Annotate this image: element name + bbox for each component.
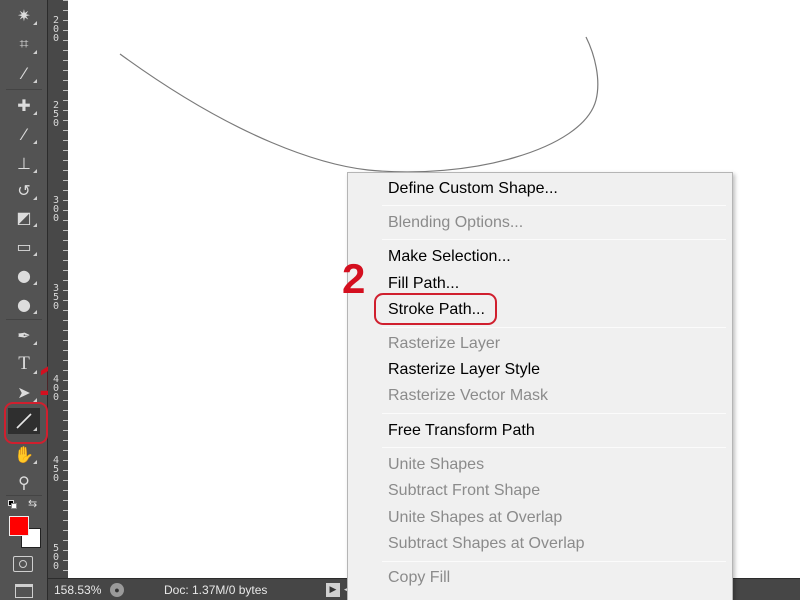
ruler-label: 350 xyxy=(52,283,60,312)
magic-wand-tool[interactable]: ✷ xyxy=(8,2,40,28)
stroke-path-highlight xyxy=(374,293,497,325)
menu-item-define-custom-shape[interactable]: Define Custom Shape... xyxy=(388,177,558,201)
type-tool[interactable]: T xyxy=(8,351,40,377)
ruler-label: 300 xyxy=(52,195,60,224)
line-tool-highlight xyxy=(4,402,48,444)
menu-separator xyxy=(382,413,726,414)
tool-separator xyxy=(6,495,42,496)
spot-healing-tool[interactable]: ✚ xyxy=(8,92,40,118)
menu-item-subtract-shapes-overlap: Subtract Shapes at Overlap xyxy=(388,535,585,552)
pen-icon: ✒ xyxy=(17,325,31,345)
zoom-tool[interactable]: ⚲ xyxy=(8,469,40,495)
blur-icon: ● xyxy=(17,265,31,285)
ruler-label: 250 xyxy=(52,100,60,129)
ruler-label: 450 xyxy=(52,455,60,484)
brush-tool[interactable]: ⁄ xyxy=(8,121,40,147)
spot-healing-icon: ✚ xyxy=(17,95,31,115)
eraser-tool[interactable]: ◩ xyxy=(8,204,40,230)
menu-item-rasterize-layer-style[interactable]: Rasterize Layer Style xyxy=(388,358,540,382)
magic-wand-icon: ✷ xyxy=(17,5,31,25)
screen-mode-icon[interactable] xyxy=(15,584,33,598)
type-icon: T xyxy=(18,353,30,374)
eyedropper-tool[interactable]: ⁄ xyxy=(8,60,40,86)
crop-tool[interactable]: ⌗ xyxy=(8,31,40,57)
document-info: Doc: 1.37M/0 bytes xyxy=(164,582,268,597)
status-menu-arrow-icon[interactable]: ▶ xyxy=(326,582,340,597)
menu-item-blending-options: Blending Options... xyxy=(388,214,524,231)
context-menu: Define Custom Shape... Blending Options.… xyxy=(347,172,733,600)
menu-separator xyxy=(382,561,726,562)
eraser-icon: ◩ xyxy=(16,207,32,227)
eyedropper-icon: ⁄ xyxy=(22,63,26,83)
history-brush-icon: ↺ xyxy=(17,180,31,200)
quick-mask-icon[interactable] xyxy=(13,556,33,572)
dodge-tool[interactable]: ● xyxy=(8,291,40,317)
ruler-label: 500 xyxy=(52,543,60,572)
menu-item-subtract-front-shape: Subtract Front Shape xyxy=(388,482,541,499)
tool-separator xyxy=(6,319,42,320)
menu-separator xyxy=(382,205,726,206)
menu-item-unite-shapes: Unite Shapes xyxy=(388,456,485,473)
zoom-icon: ⚲ xyxy=(18,472,30,492)
menu-separator xyxy=(382,327,726,328)
clone-stamp-tool[interactable]: ⊥ xyxy=(8,150,40,176)
menu-item-copy-fill: Copy Fill xyxy=(388,569,451,586)
default-colors-icon[interactable] xyxy=(8,500,18,510)
gradient-tool[interactable]: ▭ xyxy=(8,233,40,259)
clone-stamp-icon: ⊥ xyxy=(17,153,31,173)
hand-icon: ✋ xyxy=(14,444,34,464)
path-selection-icon: ➤ xyxy=(17,382,31,402)
crop-icon: ⌗ xyxy=(19,34,29,53)
foreground-color-swatch[interactable] xyxy=(9,516,29,536)
pen-tool[interactable]: ✒ xyxy=(8,322,40,348)
menu-separator xyxy=(382,447,726,448)
menu-item-rasterize-vector-mask: Rasterize Vector Mask xyxy=(388,387,549,404)
hand-tool[interactable]: ✋ xyxy=(8,441,40,467)
vertical-ruler: 200 250 300 350 400 450 500 xyxy=(48,0,68,578)
step-2-label: 2 xyxy=(342,255,366,302)
tools-panel: ✷ ⌗ ⁄ ✚ ⁄ ⊥ ↺ ◩ ▭ ● ● ✒ T ➤ ✋ ⚲ ⇆ xyxy=(0,0,48,600)
zoom-level[interactable]: 158.53% xyxy=(54,583,102,597)
share-icon[interactable]: ● xyxy=(110,582,124,597)
ruler-label: 400 xyxy=(52,374,60,403)
ruler-label: 200 xyxy=(52,15,60,44)
menu-item-make-selection[interactable]: Make Selection... xyxy=(388,245,511,269)
blur-tool[interactable]: ● xyxy=(8,262,40,288)
tool-separator xyxy=(6,89,42,90)
menu-item-rasterize-layer: Rasterize Layer xyxy=(388,335,501,352)
menu-separator xyxy=(382,239,726,240)
dodge-icon: ● xyxy=(17,294,31,314)
menu-item-free-transform-path[interactable]: Free Transform Path xyxy=(388,419,535,443)
gradient-icon: ▭ xyxy=(16,236,32,256)
menu-item-unite-shapes-overlap: Unite Shapes at Overlap xyxy=(388,509,563,526)
history-brush-tool[interactable]: ↺ xyxy=(8,177,40,203)
swap-colors-icon[interactable]: ⇆ xyxy=(28,497,37,510)
brush-icon: ⁄ xyxy=(22,124,26,144)
